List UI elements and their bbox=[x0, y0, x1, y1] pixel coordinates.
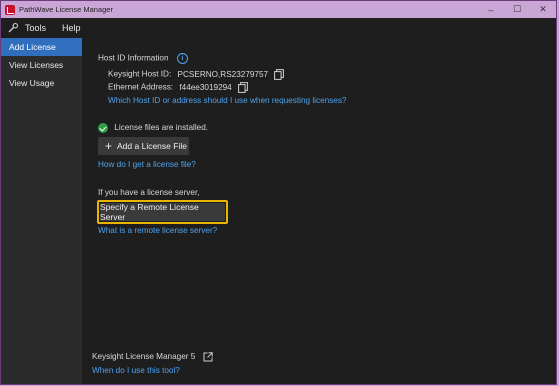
menu-help-label: Help bbox=[62, 23, 81, 33]
sidebar-item-label: Add License bbox=[9, 42, 56, 52]
server-intro-text: If you have a license server, bbox=[98, 188, 200, 197]
sidebar-item-label: View Usage bbox=[9, 78, 55, 88]
menu-tools-label: Tools bbox=[25, 23, 47, 33]
sidebar-item-view-usage[interactable]: View Usage bbox=[1, 74, 82, 92]
plus-icon: + bbox=[105, 139, 113, 153]
app-window: PathWave License Manager – ☐ ✕ Tools Hel… bbox=[0, 0, 557, 385]
host-id-heading-row: Host ID Information i bbox=[98, 53, 188, 64]
add-license-file-button[interactable]: + Add a License File bbox=[98, 137, 189, 155]
sidebar: Add License View Licenses View Usage bbox=[1, 38, 82, 384]
sidebar-item-label: View Licenses bbox=[9, 60, 64, 70]
add-license-file-label: Add a License File bbox=[117, 141, 187, 151]
window-title: PathWave License Manager bbox=[19, 5, 113, 14]
external-link-icon[interactable] bbox=[203, 352, 213, 362]
minimize-button[interactable]: – bbox=[478, 1, 504, 18]
sidebar-item-view-licenses[interactable]: View Licenses bbox=[1, 56, 82, 74]
license-status-text: License files are installed. bbox=[114, 123, 209, 133]
close-button[interactable]: ✕ bbox=[530, 1, 556, 18]
remote-server-help-link[interactable]: What is a remote license server? bbox=[98, 226, 217, 235]
tool-usage-help-link[interactable]: When do I use this tool? bbox=[92, 366, 180, 375]
host-id-help-link[interactable]: Which Host ID or address should I use wh… bbox=[108, 96, 346, 105]
info-icon[interactable]: i bbox=[176, 53, 188, 64]
host-id-heading: Host ID Information bbox=[98, 53, 169, 63]
app-icon bbox=[5, 4, 15, 15]
specify-remote-server-label: Specify a Remote License Server bbox=[100, 202, 199, 222]
copy-icon[interactable] bbox=[238, 82, 248, 93]
menu-help[interactable]: Help bbox=[54, 18, 89, 38]
license-file-help-link[interactable]: How do I get a license file? bbox=[98, 160, 196, 169]
keysight-host-id-row: Keysight Host ID: PCSERNO,RS23279757 bbox=[108, 69, 285, 80]
specify-remote-server-button[interactable]: Specify a Remote License Server bbox=[100, 202, 225, 222]
copy-icon[interactable] bbox=[274, 69, 285, 80]
tools-icon bbox=[8, 22, 19, 33]
ethernet-address-row: Ethernet Address: f44ee3019294 bbox=[108, 82, 248, 93]
product-name: Keysight License Manager 5 bbox=[92, 352, 196, 362]
license-status-row: License files are installed. bbox=[98, 123, 208, 133]
sidebar-item-add-license[interactable]: Add License bbox=[1, 38, 82, 56]
menu-bar: Tools Help bbox=[1, 18, 556, 38]
menu-tools[interactable]: Tools bbox=[1, 18, 54, 38]
check-icon bbox=[98, 123, 108, 133]
window-controls: – ☐ ✕ bbox=[478, 1, 556, 18]
product-row: Keysight License Manager 5 bbox=[92, 352, 213, 362]
keysight-host-id-label: Keysight Host ID: bbox=[108, 69, 172, 79]
main-content: Host ID Information i Keysight Host ID: … bbox=[82, 38, 556, 384]
ethernet-address-label: Ethernet Address: bbox=[108, 82, 174, 92]
ethernet-address-value: f44ee3019294 bbox=[179, 82, 232, 92]
maximize-button[interactable]: ☐ bbox=[504, 1, 530, 18]
title-bar: PathWave License Manager – ☐ ✕ bbox=[1, 1, 556, 18]
keysight-host-id-value: PCSERNO,RS23279757 bbox=[177, 69, 269, 79]
